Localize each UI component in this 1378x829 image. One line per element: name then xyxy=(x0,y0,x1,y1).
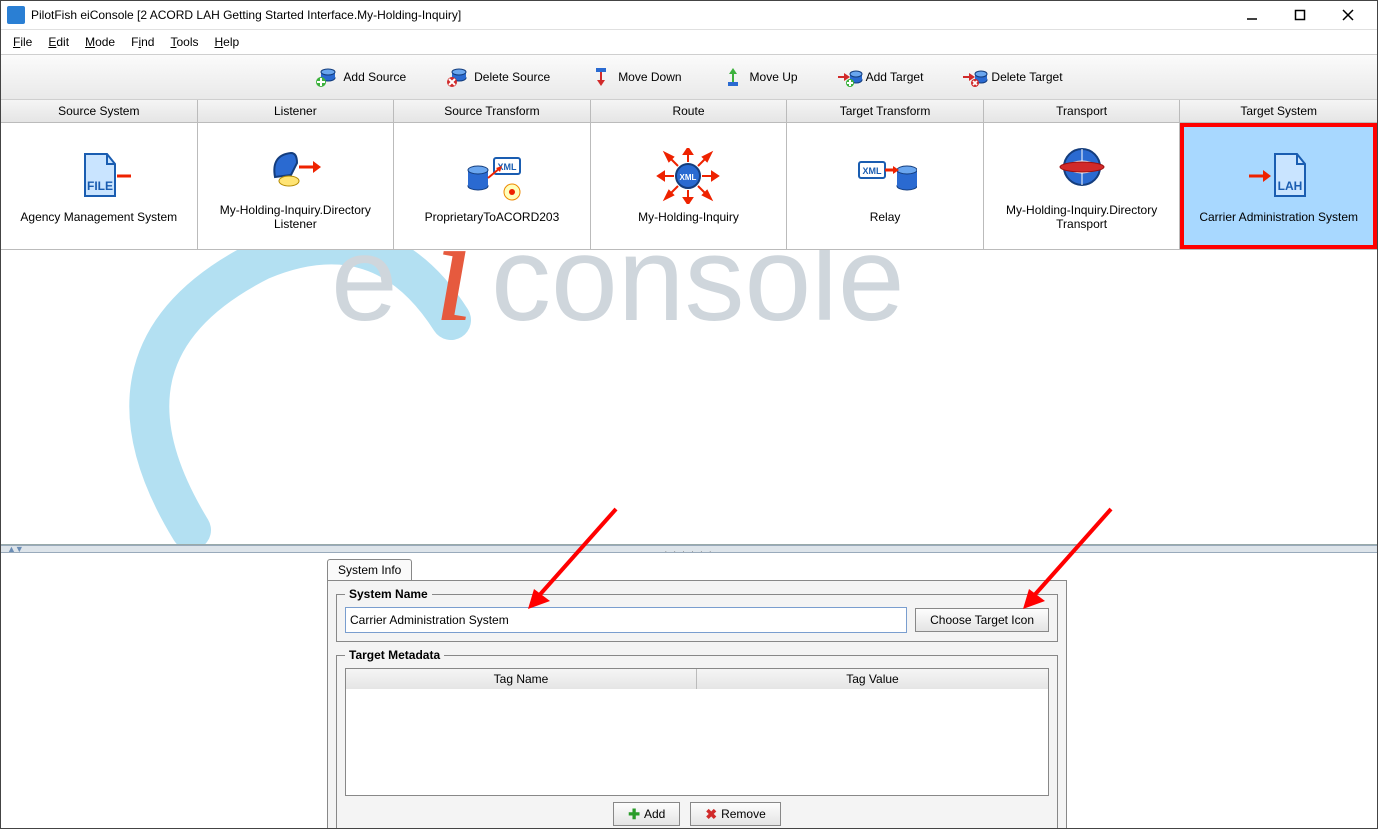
delete-target-icon xyxy=(963,66,985,88)
system-name-legend: System Name xyxy=(345,587,432,601)
horizontal-splitter[interactable]: ▲▼ · · · · · · xyxy=(1,545,1377,553)
move-up-icon xyxy=(722,66,744,88)
delete-target-button[interactable]: Delete Target xyxy=(957,64,1068,90)
app-icon xyxy=(7,6,25,24)
add-source-label: Add Source xyxy=(343,70,406,84)
delete-source-label: Delete Source xyxy=(474,70,550,84)
listener-icon xyxy=(263,141,327,197)
header-transport: Transport xyxy=(984,100,1181,122)
system-name-input[interactable] xyxy=(345,607,907,633)
stage-source-system[interactable]: FILE Agency Management System xyxy=(1,123,198,249)
stage-target-system-label: Carrier Administration System xyxy=(1199,210,1358,224)
pipeline-row: FILE Agency Management System My-Holding… xyxy=(1,123,1377,250)
tab-system-info[interactable]: System Info xyxy=(327,559,412,580)
svg-text:i: i xyxy=(433,250,475,353)
target-metadata-group: Target Metadata Tag Name Tag Value ✚Add … xyxy=(336,648,1058,829)
header-listener: Listener xyxy=(198,100,395,122)
source-transform-icon: XML xyxy=(460,148,524,204)
add-target-icon xyxy=(838,66,860,88)
metadata-table-body xyxy=(346,689,1048,795)
col-tag-name[interactable]: Tag Name xyxy=(346,669,697,689)
stage-transport[interactable]: My-Holding-Inquiry.Directory Transport xyxy=(984,123,1181,249)
minimize-button[interactable] xyxy=(1229,2,1275,28)
add-target-label: Add Target xyxy=(866,70,924,84)
stage-transport-label: My-Holding-Inquiry.Directory Transport xyxy=(988,203,1176,231)
choose-target-icon-button[interactable]: Choose Target Icon xyxy=(915,608,1049,632)
delete-target-label: Delete Target xyxy=(991,70,1062,84)
col-tag-value[interactable]: Tag Value xyxy=(697,669,1048,689)
header-target-transform: Target Transform xyxy=(787,100,984,122)
lah-file-icon: LAH xyxy=(1247,148,1311,204)
menu-find[interactable]: FiFindnd xyxy=(125,33,160,51)
watermark-text: e xyxy=(331,250,398,346)
svg-text:console: console xyxy=(491,250,905,346)
maximize-button[interactable] xyxy=(1277,2,1323,28)
splitter-grip-icon: · · · · · · xyxy=(664,547,713,556)
svg-text:XML: XML xyxy=(863,166,883,176)
route-icon: XML xyxy=(656,148,720,204)
menu-tools[interactable]: TToolsools xyxy=(164,33,204,51)
delete-source-button[interactable]: Delete Source xyxy=(440,64,556,90)
move-down-label: Move Down xyxy=(618,70,681,84)
window-title: PilotFish eiConsole [2 ACORD LAH Getting… xyxy=(31,8,1229,22)
transport-icon xyxy=(1050,141,1114,197)
header-source-transform: Source Transform xyxy=(394,100,591,122)
svg-text:FILE: FILE xyxy=(87,179,113,193)
header-source-system: Source System xyxy=(1,100,198,122)
remove-icon: ✖ xyxy=(705,806,717,823)
file-icon: FILE xyxy=(67,148,131,204)
system-name-group: System Name Choose Target Icon xyxy=(336,587,1058,642)
stage-source-transform-label: ProprietaryToACORD203 xyxy=(425,210,560,224)
header-route: Route xyxy=(591,100,788,122)
stage-route-label: My-Holding-Inquiry xyxy=(638,210,739,224)
metadata-table: Tag Name Tag Value xyxy=(345,668,1049,796)
menu-mode[interactable]: MModeode xyxy=(79,33,121,51)
menu-file[interactable]: FFileile xyxy=(7,33,38,51)
stage-route[interactable]: XML My-Holding-Inquiry xyxy=(591,123,788,249)
tab-pane-system-info: System Name Choose Target Icon Target Me… xyxy=(327,580,1067,829)
stage-listener-label: My-Holding-Inquiry.Directory Listener xyxy=(202,203,390,231)
add-metadata-button[interactable]: ✚Add xyxy=(613,802,680,826)
header-target-system: Target System xyxy=(1180,100,1377,122)
add-target-button[interactable]: Add Target xyxy=(832,64,930,90)
details-area: System Info System Name Choose Target Ic… xyxy=(1,553,1377,829)
plus-icon: ✚ xyxy=(628,806,640,823)
add-source-button[interactable]: Add Source xyxy=(309,64,412,90)
move-down-button[interactable]: Move Down xyxy=(584,64,687,90)
close-button[interactable] xyxy=(1325,2,1371,28)
menu-edit[interactable]: EEditdit xyxy=(42,33,75,51)
canvas-watermark-area: e i console xyxy=(1,250,1377,545)
delete-source-icon xyxy=(446,66,468,88)
target-metadata-legend: Target Metadata xyxy=(345,648,444,662)
stage-target-transform-label: Relay xyxy=(870,210,901,224)
svg-text:LAH: LAH xyxy=(1277,179,1302,193)
remove-metadata-button[interactable]: ✖Remove xyxy=(690,802,780,826)
move-up-button[interactable]: Move Up xyxy=(716,64,804,90)
stage-target-transform[interactable]: XML Relay xyxy=(787,123,984,249)
pipeline-headers: Source System Listener Source Transform … xyxy=(1,100,1377,123)
stage-source-transform[interactable]: XML ProprietaryToACORD203 xyxy=(394,123,591,249)
splitter-chevron-icon: ▲▼ xyxy=(7,544,23,554)
svg-text:XML: XML xyxy=(680,173,697,182)
main-toolbar: Add Source Delete Source Move Down Move … xyxy=(1,54,1377,100)
move-up-label: Move Up xyxy=(750,70,798,84)
stage-listener[interactable]: My-Holding-Inquiry.Directory Listener xyxy=(198,123,395,249)
stage-target-system[interactable]: LAH Carrier Administration System xyxy=(1180,123,1377,249)
target-transform-icon: XML xyxy=(853,148,917,204)
app-window: PilotFish eiConsole [2 ACORD LAH Getting… xyxy=(0,0,1378,829)
add-source-icon xyxy=(315,66,337,88)
menu-help[interactable]: HHelpelp xyxy=(208,33,245,51)
title-bar: PilotFish eiConsole [2 ACORD LAH Getting… xyxy=(1,1,1377,30)
menu-bar: FFileile EEditdit MModeode FiFindnd TToo… xyxy=(1,30,1377,54)
move-down-icon xyxy=(590,66,612,88)
stage-source-system-label: Agency Management System xyxy=(20,210,177,224)
